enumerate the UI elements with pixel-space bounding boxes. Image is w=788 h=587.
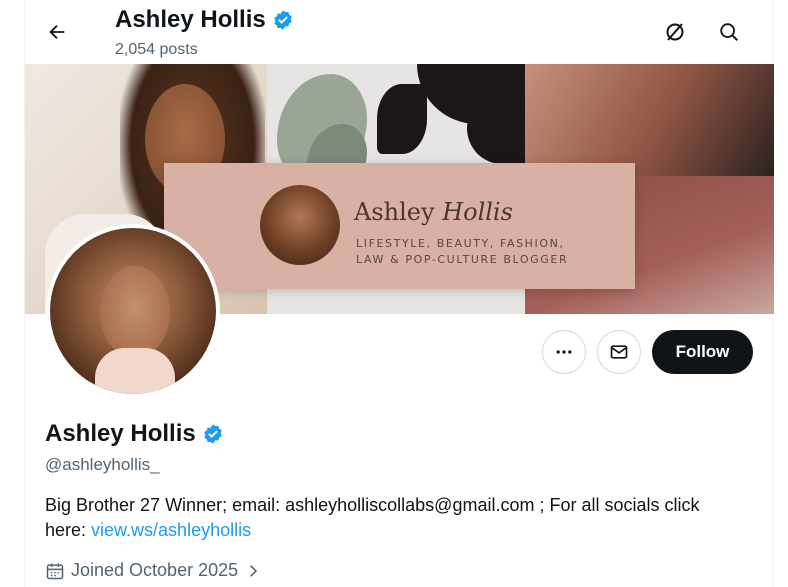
top-bar: Ashley Hollis 2,054 posts: [25, 0, 774, 64]
left-gutter: [0, 0, 24, 587]
profile-avatar[interactable]: [46, 224, 220, 398]
more-button[interactable]: [542, 330, 586, 374]
banner-card-tagline: LIFESTYLE, BEAUTY, FASHION, LAW & POP-CU…: [356, 237, 569, 266]
header-post-count: 2,054 posts: [115, 41, 198, 58]
search-button[interactable]: [711, 14, 747, 50]
profile-bio: Big Brother 27 Winner; email: ashleyholl…: [45, 493, 745, 543]
profile-column: Ashley Hollis 2,054 posts Ashley Hollis …: [24, 0, 774, 587]
profile-handle: @ashleyhollis_: [45, 455, 160, 474]
header-name: Ashley Hollis: [115, 6, 266, 33]
calendar-icon: [46, 563, 64, 579]
joined-label: Joined October 2025: [71, 560, 239, 580]
more-icon: [556, 350, 572, 354]
verified-badge-icon: [274, 10, 292, 30]
verified-badge-icon[interactable]: [202, 423, 224, 445]
profile-name: Ashley Hollis: [45, 420, 196, 447]
banner-card: Ashley Hollis LIFESTYLE, BEAUTY, FASHION…: [164, 163, 635, 289]
joined-date[interactable]: Joined October 2025: [45, 560, 262, 581]
chevron-right-icon: [250, 564, 258, 577]
arrow-left-icon: [49, 24, 65, 40]
search-icon: [720, 23, 738, 41]
grok-button[interactable]: [657, 14, 693, 50]
banner-card-name: Ashley Hollis: [354, 198, 513, 226]
message-button[interactable]: [597, 330, 641, 374]
back-button[interactable]: [39, 14, 75, 50]
bio-link[interactable]: view.ws/ashleyhollis: [91, 520, 251, 540]
grok-icon: [666, 23, 684, 41]
header-title: Ashley Hollis: [115, 6, 294, 34]
profile-name-row: Ashley Hollis: [45, 420, 224, 448]
mail-icon: [610, 345, 628, 359]
follow-button[interactable]: Follow: [652, 330, 753, 374]
banner-card-photo: [260, 185, 340, 265]
